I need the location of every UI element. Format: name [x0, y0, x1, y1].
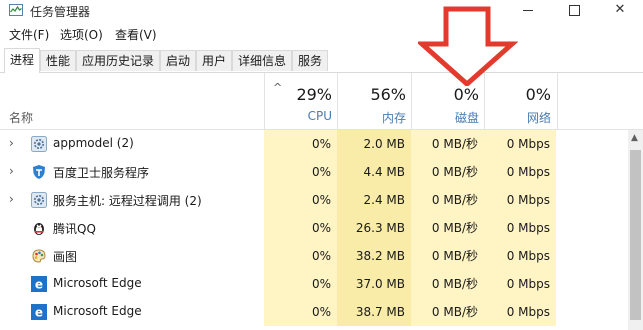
expand-chevron-icon[interactable]: › [9, 136, 14, 150]
menu-file[interactable]: 文件(F) [9, 26, 49, 43]
process-name: 服务主机: 远程过程调用 (2) [53, 194, 202, 208]
network-value: 0 Mbps [484, 270, 556, 298]
network-value: 0 Mbps [484, 298, 556, 326]
shield-icon [33, 165, 45, 179]
disk-value: 0 MB/秒 [411, 298, 484, 326]
cpu-value: 0% [264, 242, 337, 270]
column-name-header[interactable]: 名称 [9, 109, 33, 126]
tab-performance[interactable]: 性能 [40, 50, 76, 71]
tab-app-history[interactable]: 应用历史记录 [76, 50, 160, 71]
memory-value: 4.4 MB [337, 158, 411, 186]
memory-label: 内存 [381, 111, 406, 125]
disk-value: 0 MB/秒 [411, 186, 484, 214]
scroll-up-icon[interactable]: ▲ [631, 133, 638, 143]
gear-icon [31, 192, 47, 208]
svg-text:e: e [35, 306, 43, 320]
svg-text:e: e [35, 278, 43, 292]
process-list: › appmodel (2) 0% 2.0 MB 0 MB/秒 0 Mbps ›… [0, 130, 628, 330]
disk-value: 0 MB/秒 [411, 130, 484, 158]
close-icon: ✕ [614, 2, 626, 17]
edge-icon: e [31, 276, 47, 292]
maximize-icon [568, 5, 580, 16]
network-total: 0% [525, 85, 551, 104]
cpu-label: CPU [307, 109, 332, 123]
tab-startup[interactable]: 启动 [160, 50, 196, 71]
cpu-value: 0% [264, 158, 337, 186]
disk-label: 磁盘 [454, 111, 479, 125]
tab-services[interactable]: 服务 [292, 50, 328, 71]
cpu-total: 29% [296, 85, 332, 104]
cpu-value: 0% [264, 270, 337, 298]
process-name: 腾讯QQ [53, 222, 96, 236]
process-row[interactable]: e Microsoft Edge 0% 38.7 MB 0 MB/秒 0 Mbp… [0, 298, 628, 326]
tab-details[interactable]: 详细信息 [232, 50, 292, 71]
expand-chevron-icon[interactable]: › [9, 164, 14, 178]
network-value: 0 Mbps [484, 158, 556, 186]
process-row[interactable]: › appmodel (2) 0% 2.0 MB 0 MB/秒 0 Mbps [0, 130, 628, 158]
menu-options[interactable]: 选项(O) [60, 26, 103, 43]
process-row[interactable]: › 服务主机: 远程过程调用 (2) 0% 2.4 MB 0 MB/秒 0 Mb… [0, 186, 628, 214]
network-value: 0 Mbps [484, 214, 556, 242]
disk-value: 0 MB/秒 [411, 242, 484, 270]
process-name: Microsoft Edge [53, 304, 142, 318]
gear-icon [31, 136, 47, 152]
cpu-value: 0% [264, 130, 337, 158]
vertical-scrollbar[interactable]: ▲ [628, 130, 643, 330]
disk-value: 0 MB/秒 [411, 158, 484, 186]
disk-value: 0 MB/秒 [411, 214, 484, 242]
network-value: 0 Mbps [484, 186, 556, 214]
paint-icon [32, 249, 46, 263]
tab-processes[interactable]: 进程 [4, 48, 40, 73]
maximize-button[interactable] [551, 0, 597, 22]
expand-chevron-icon[interactable]: › [9, 192, 14, 206]
memory-value: 2.4 MB [337, 186, 411, 214]
tab-strip: 进程 性能 应用历史记录 启动 用户 详细信息 服务 [0, 48, 643, 73]
disk-value: 0 MB/秒 [411, 270, 484, 298]
cpu-value: 0% [264, 186, 337, 214]
network-label: 网络 [526, 111, 551, 125]
memory-value: 26.3 MB [337, 214, 411, 242]
memory-value: 38.7 MB [337, 298, 411, 326]
cpu-value: 0% [264, 214, 337, 242]
title-bar: 任务管理器 ✕ [0, 0, 643, 22]
memory-value: 38.2 MB [337, 242, 411, 270]
column-header: 名称 ^ 29% CPU 56% 内存 0% 磁盘 0% 网络 [0, 73, 643, 130]
tab-users[interactable]: 用户 [196, 50, 232, 71]
memory-total: 56% [370, 85, 406, 104]
process-row[interactable]: 画图 0% 38.2 MB 0 MB/秒 0 Mbps [0, 242, 628, 270]
network-value: 0 Mbps [484, 242, 556, 270]
cpu-value: 0% [264, 298, 337, 326]
process-name: 百度卫士服务程序 [53, 166, 150, 180]
penguin-icon [34, 223, 44, 235]
red-down-arrow-icon [418, 6, 518, 86]
process-name: 画图 [53, 250, 78, 264]
process-name: appmodel (2) [53, 136, 134, 150]
column-memory-header[interactable]: 56% 内存 [337, 73, 412, 129]
network-value: 0 Mbps [484, 130, 556, 158]
menu-view[interactable]: 查看(V) [115, 26, 157, 43]
minimize-icon [523, 10, 533, 11]
process-row[interactable]: 腾讯QQ 0% 26.3 MB 0 MB/秒 0 Mbps [0, 214, 628, 242]
disk-total: 0% [453, 85, 479, 104]
scrollbar-thumb[interactable] [630, 150, 641, 320]
column-cpu-header[interactable]: 29% CPU [264, 73, 338, 129]
edge-icon: e [31, 304, 47, 320]
process-row[interactable]: e Microsoft Edge 0% 37.0 MB 0 MB/秒 0 Mbp… [0, 270, 628, 298]
memory-value: 37.0 MB [337, 270, 411, 298]
task-manager-icon [9, 4, 23, 16]
close-button[interactable]: ✕ [597, 0, 643, 22]
window-title: 任务管理器 [30, 5, 91, 19]
process-row[interactable]: › 百度卫士服务程序 0% 4.4 MB 0 MB/秒 0 Mbps [0, 158, 628, 186]
memory-value: 2.0 MB [337, 130, 411, 158]
process-name: Microsoft Edge [53, 276, 142, 290]
